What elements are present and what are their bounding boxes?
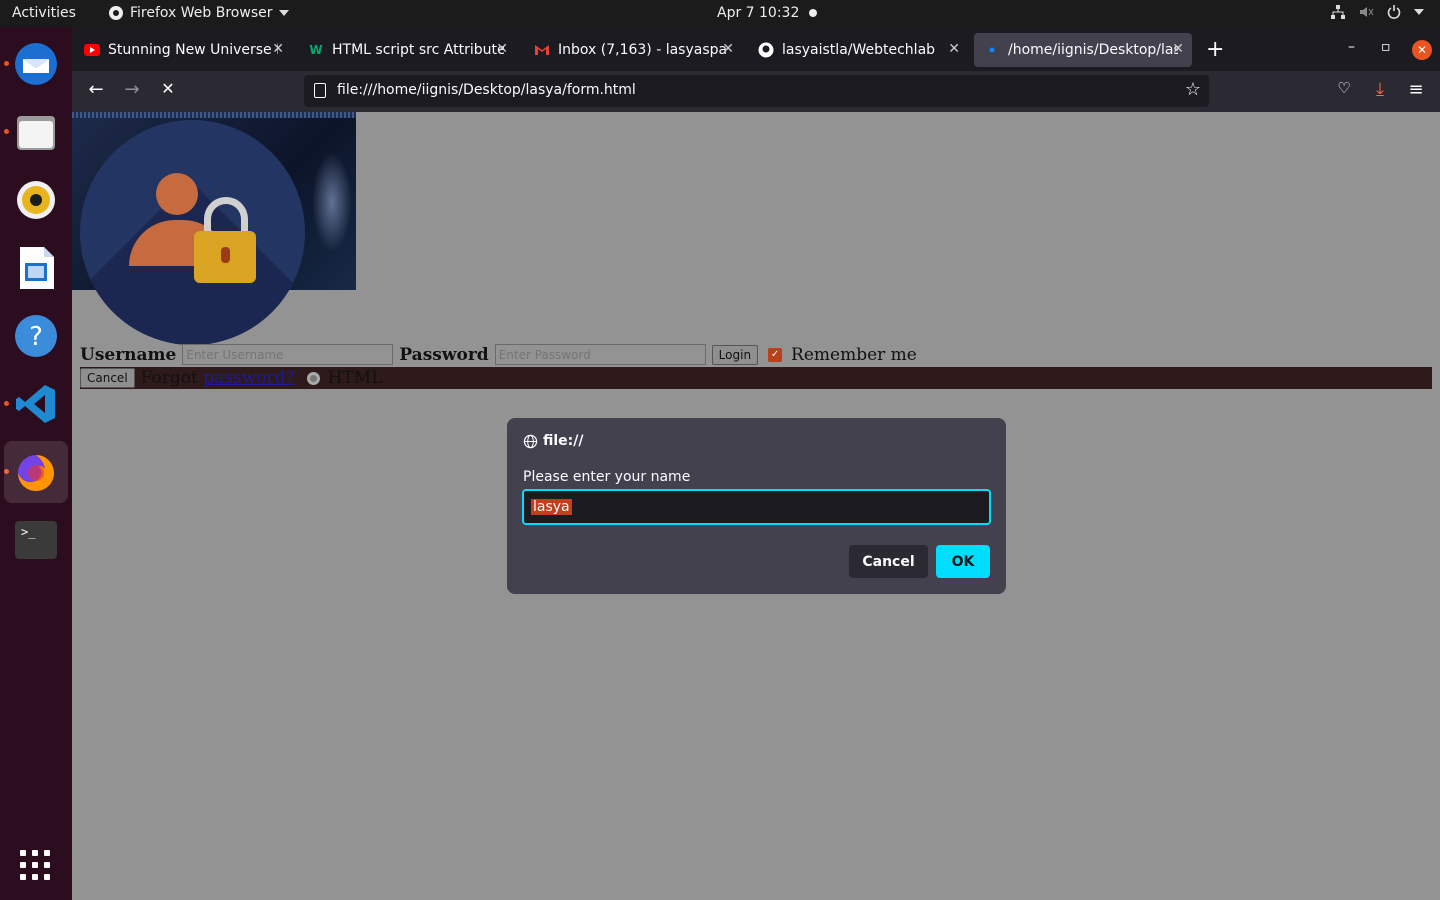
tab-title: Stunning New Universe F [108, 42, 278, 58]
downloads-icon[interactable]: ⤓ [1368, 79, 1392, 100]
tab-title: Inbox (7,163) - lasyaspace [558, 42, 728, 58]
page-content: Username Password Login ✓ Remember me Ca… [72, 112, 1440, 900]
tab-bar: Stunning New Universe F ✕ W HTML script … [72, 27, 1440, 71]
svg-text:?: ? [29, 322, 43, 352]
clock[interactable]: Apr 7 10:32 [717, 5, 799, 21]
back-icon[interactable]: ← [84, 79, 108, 100]
maximize-icon[interactable]: ▫ [1381, 39, 1391, 55]
close-tab-icon[interactable]: ✕ [1172, 41, 1184, 57]
chevron-down-icon [278, 10, 289, 16]
system-top-bar: Activities Firefox Web Browser Apr 7 10:… [0, 0, 1440, 27]
close-tab-icon[interactable]: ✕ [722, 41, 734, 57]
name-input[interactable]: lasya [522, 489, 991, 525]
close-tab-icon[interactable]: ✕ [948, 41, 960, 57]
tab-youtube[interactable]: Stunning New Universe F ✕ [74, 33, 292, 67]
volume-muted-icon [1360, 7, 1374, 17]
rhythmbox-icon[interactable] [4, 169, 68, 231]
terminal-icon[interactable]: >_ [4, 509, 68, 571]
name-input-value: lasya [531, 499, 572, 515]
chevron-down-icon [1414, 9, 1424, 15]
firefox-window: Stunning New Universe F ✕ W HTML script … [72, 27, 1440, 900]
url-bar[interactable]: file:///home/iignis/Desktop/lasya/form.h… [304, 75, 1209, 107]
forward-icon[interactable]: → [120, 79, 144, 100]
tab-title: /home/iignis/Desktop/las [1008, 42, 1178, 58]
dialog-title: file:// [523, 433, 584, 449]
tab-title: HTML script src Attribute [332, 42, 504, 58]
firefox-small-icon [109, 6, 123, 20]
notification-dot-icon [809, 9, 817, 17]
bookmark-star-icon[interactable]: ☆ [1185, 79, 1201, 100]
tab-w3schools[interactable]: W HTML script src Attribute ✕ [298, 33, 516, 67]
modal-overlay: file:// Please enter your name lasya Can… [72, 112, 1440, 900]
system-menu[interactable] [1330, 4, 1424, 20]
tab-local-file[interactable]: /home/iignis/Desktop/las ✕ [974, 33, 1192, 67]
tab-gmail[interactable]: Inbox (7,163) - lasyaspace ✕ [524, 33, 742, 67]
power-icon [1387, 5, 1401, 19]
close-tab-icon[interactable]: ✕ [496, 41, 508, 57]
activities-button[interactable]: Activities [12, 5, 76, 21]
svg-text:>_: >_ [21, 525, 36, 539]
vscode-icon[interactable] [4, 373, 68, 435]
stop-loading-icon[interactable]: ✕ [156, 79, 180, 98]
youtube-icon [84, 42, 100, 58]
dialog-cancel-button[interactable]: Cancel [849, 545, 928, 578]
prompt-dialog: file:// Please enter your name lasya Can… [507, 418, 1006, 594]
pocket-icon[interactable]: ♡ [1332, 79, 1356, 97]
network-icon [1331, 5, 1345, 19]
menu-icon[interactable]: ≡ [1404, 79, 1428, 100]
files-icon[interactable] [4, 101, 68, 163]
github-icon [758, 42, 774, 58]
gmail-icon [534, 42, 550, 58]
libreoffice-writer-icon[interactable] [4, 237, 68, 299]
loading-icon [984, 42, 1000, 58]
tab-github[interactable]: lasyaistla/Webtechlab ✕ [748, 33, 968, 67]
new-tab-icon[interactable]: + [1206, 37, 1224, 62]
dialog-ok-button[interactable]: OK [936, 545, 990, 578]
app-menu-label: Firefox Web Browser [130, 5, 273, 21]
dialog-message: Please enter your name [523, 469, 691, 485]
dialog-origin: file:// [543, 433, 584, 449]
minimize-icon[interactable]: – [1348, 39, 1355, 55]
url-text[interactable]: file:///home/iignis/Desktop/lasya/form.h… [337, 82, 636, 98]
dock: ? >_ [0, 27, 72, 900]
firefox-icon[interactable] [4, 441, 68, 503]
file-page-icon [314, 83, 326, 98]
thunderbird-icon[interactable] [4, 33, 68, 95]
navigation-bar: ← → ✕ file:///home/iignis/Desktop/lasya/… [72, 71, 1440, 112]
app-menu[interactable]: Firefox Web Browser [108, 5, 289, 21]
globe-icon [523, 434, 538, 448]
w3schools-icon: W [309, 43, 323, 57]
close-tab-icon[interactable]: ✕ [272, 41, 284, 57]
show-applications-icon[interactable] [20, 850, 50, 880]
close-window-icon[interactable]: ✕ [1412, 40, 1432, 60]
tab-title: lasyaistla/Webtechlab [782, 42, 936, 58]
help-icon[interactable]: ? [4, 305, 68, 367]
